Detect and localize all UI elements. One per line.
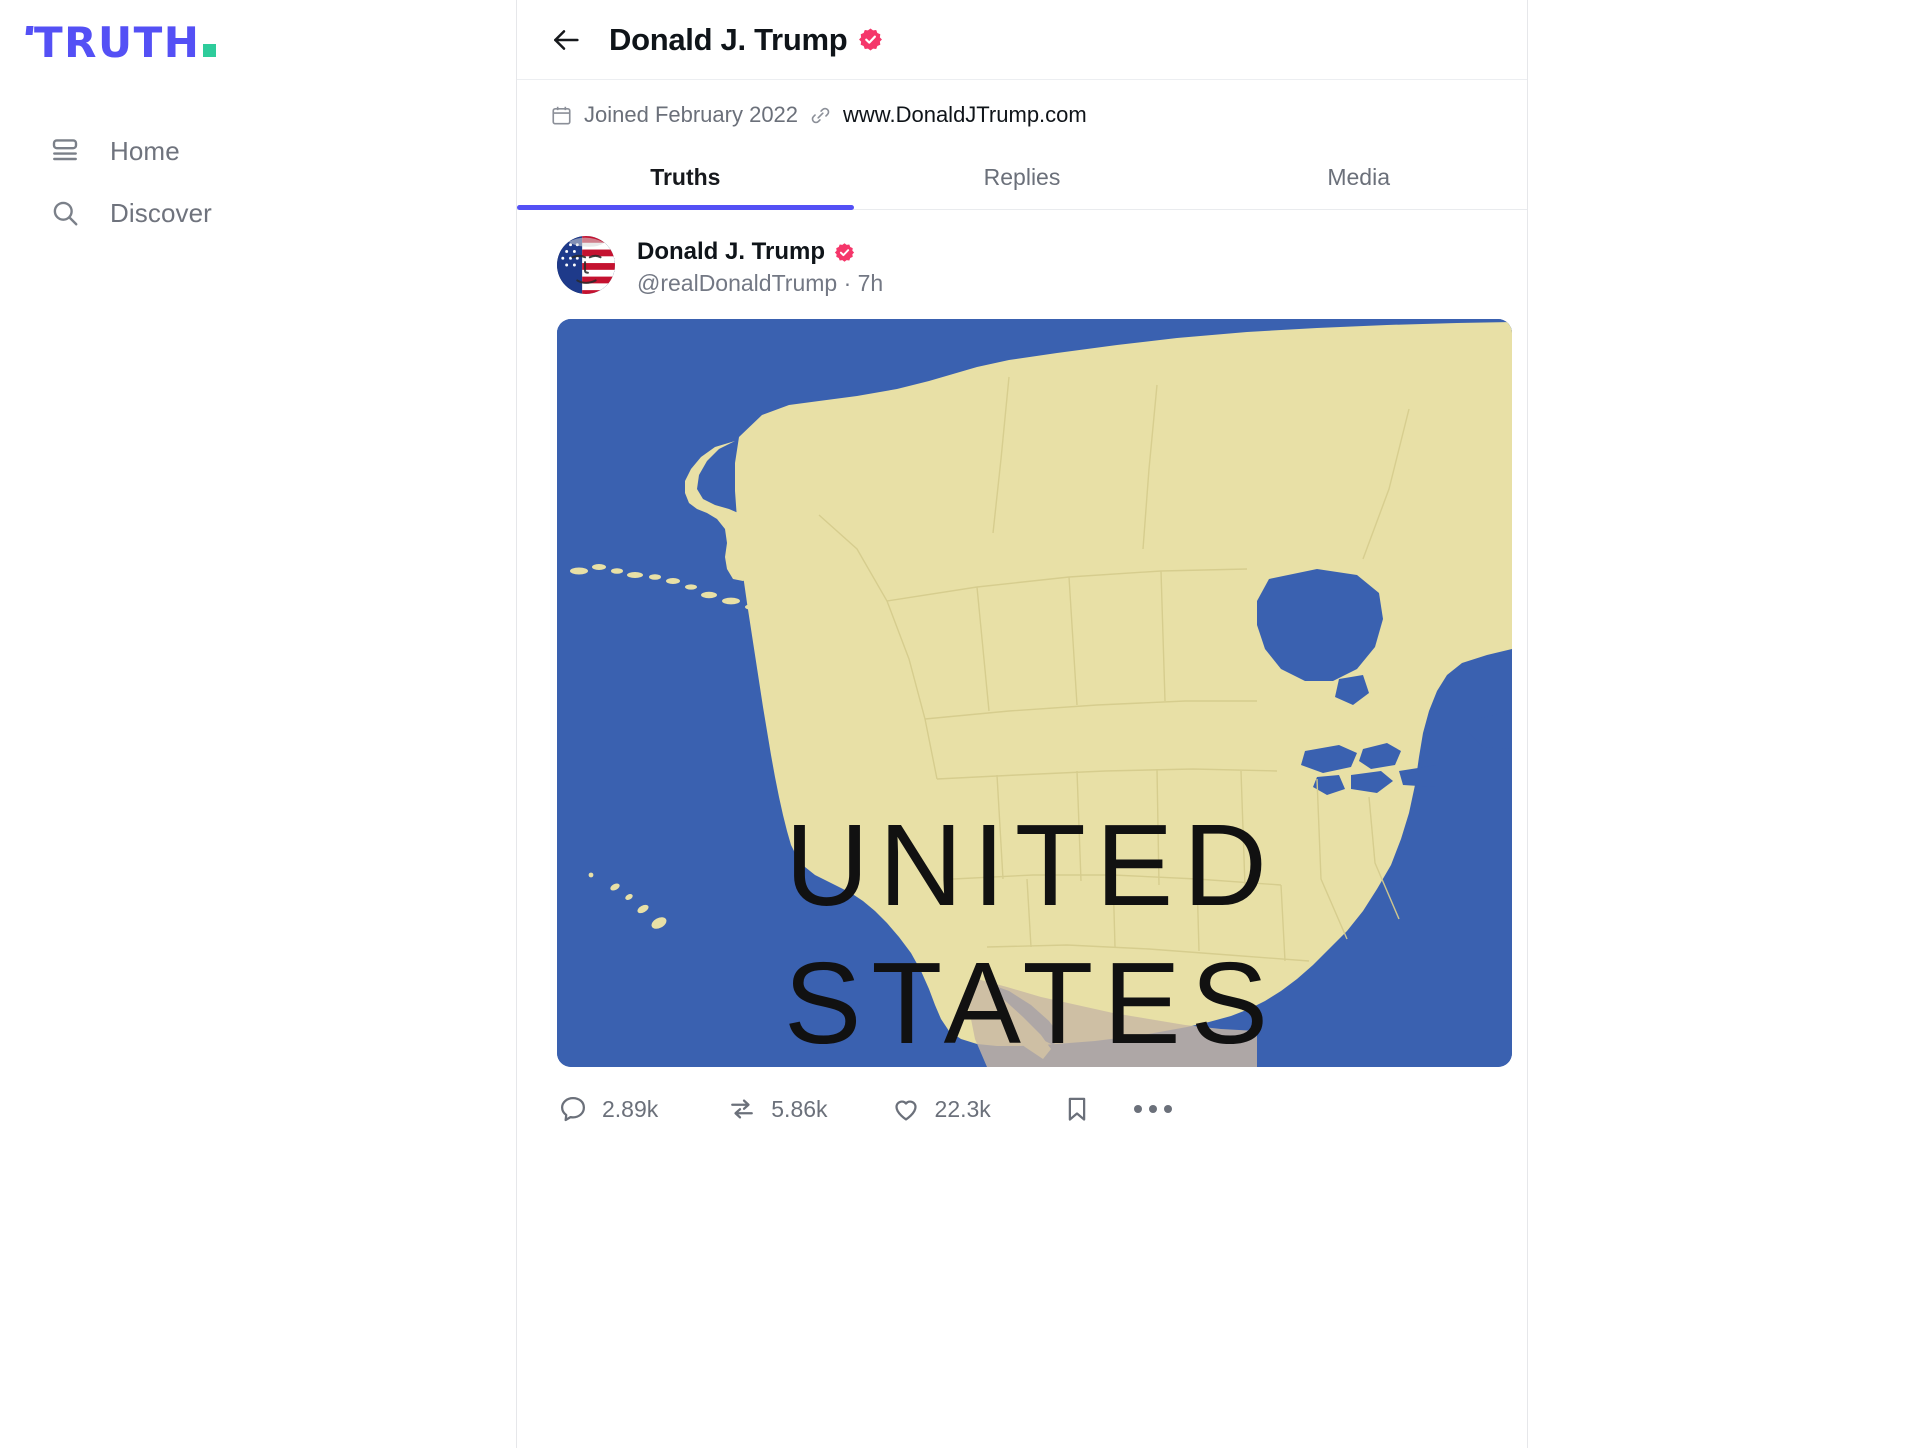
more-options-button[interactable] (1133, 1093, 1172, 1125)
avatar[interactable] (557, 236, 615, 294)
retruth-icon (726, 1093, 758, 1125)
post-author-name[interactable]: Donald J. Trump (637, 238, 825, 266)
sidebar-item-discover[interactable]: Discover (0, 182, 516, 244)
verified-badge-icon (858, 27, 883, 52)
svg-text:STATES: STATES (784, 938, 1278, 1067)
post-handle-timestamp: @realDonaldTrump · 7h (637, 270, 884, 296)
truth-social-app: TRUTH Home Discover Donald J. Trump Join… (0, 0, 1920, 1448)
post-author-block: Donald J. Trump @realDonaldTrump · 7h (637, 236, 883, 297)
tab-media[interactable]: Media (1190, 148, 1527, 209)
heart-icon (890, 1093, 922, 1125)
post-media-map[interactable]: UNITED STATES (557, 319, 1512, 1067)
comment-count: 2.89k (602, 1095, 659, 1122)
more-options-icon (1133, 1093, 1172, 1125)
joined-date: Joined February 2022 (584, 102, 799, 127)
retruth-button[interactable]: 5.86k (726, 1093, 828, 1125)
profile-tabs: Truths Replies Media (517, 148, 1527, 210)
tab-truths[interactable]: Truths (517, 148, 854, 210)
retruth-count: 5.86k (771, 1095, 828, 1122)
search-icon (48, 196, 82, 230)
post-header: Donald J. Trump @realDonaldTrump · 7h (517, 236, 1527, 297)
profile-header: Donald J. Trump (517, 0, 1527, 80)
post-card: Donald J. Trump @realDonaldTrump · 7h UN… (517, 210, 1527, 1125)
tab-label: Truths (650, 164, 721, 190)
sidebar: TRUTH Home Discover (0, 0, 517, 1448)
like-count: 22.3k (934, 1095, 991, 1122)
website-link[interactable]: www.DonaldJTrump.com (843, 102, 1087, 128)
tab-replies[interactable]: Replies (854, 148, 1191, 209)
verified-badge-icon (834, 242, 855, 263)
north-america-map: UNITED STATES (557, 319, 1512, 1067)
sidebar-item-label: Discover (110, 197, 212, 228)
tab-label: Replies (983, 164, 1061, 190)
back-arrow-icon[interactable] (547, 21, 585, 59)
brand-name: TRUTH (34, 18, 201, 67)
column-divider (1527, 0, 1528, 1448)
calendar-icon (550, 104, 573, 127)
brand-logo[interactable]: TRUTH (0, 14, 516, 76)
brand-dot (203, 44, 217, 57)
sidebar-item-label: Home (110, 135, 180, 166)
main-column: Donald J. Trump Joined February 2022 www… (517, 0, 1920, 1448)
sidebar-item-home[interactable]: Home (0, 120, 516, 182)
profile-meta-row: Joined February 2022 www.DonaldJTrump.co… (517, 80, 1527, 148)
bookmark-button[interactable] (1061, 1093, 1093, 1125)
like-button[interactable]: 22.3k (890, 1093, 991, 1125)
post-action-bar: 2.89k 5.86k 22.3k (517, 1067, 1527, 1125)
link-icon (809, 104, 832, 127)
tab-label: Media (1327, 164, 1390, 190)
bookmark-icon (1061, 1093, 1093, 1125)
primary-nav: Home Discover (0, 120, 516, 244)
svg-text:UNITED: UNITED (785, 800, 1277, 930)
page-title: Donald J. Trump (609, 21, 848, 57)
author-line: Donald J. Trump (637, 238, 883, 266)
comment-icon (557, 1093, 589, 1125)
home-feed-icon (48, 134, 82, 168)
comment-button[interactable]: 2.89k (557, 1093, 658, 1125)
brand-tick-mark (25, 26, 34, 35)
profile-title-group: Donald J. Trump (609, 22, 883, 58)
